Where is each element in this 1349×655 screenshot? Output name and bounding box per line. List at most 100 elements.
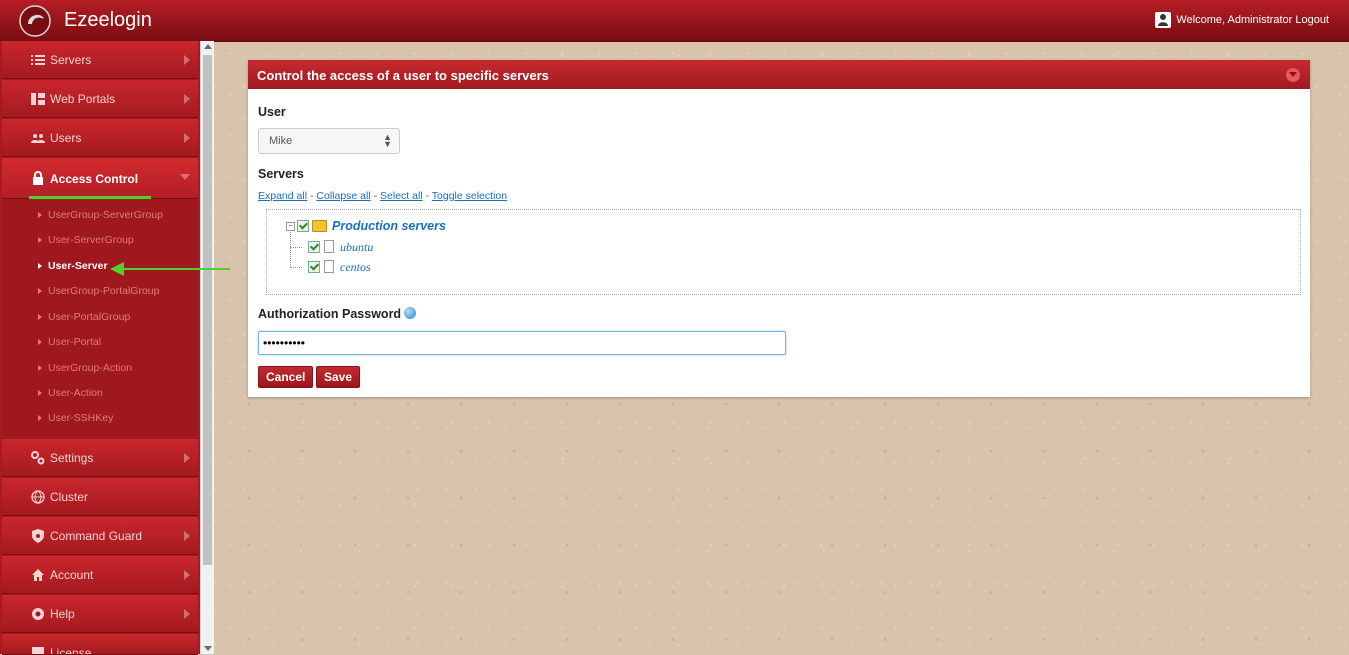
access-control-submenu: UserGroup-ServerGroup User-ServerGroup U… bbox=[2, 199, 198, 440]
sidebar-item-settings[interactable]: Settings bbox=[2, 439, 198, 477]
chevron-right-icon bbox=[184, 531, 190, 541]
chevron-right-icon bbox=[184, 609, 190, 619]
scroll-down-icon[interactable] bbox=[204, 646, 212, 651]
sidebar-item-license[interactable]: License bbox=[2, 634, 198, 655]
sidebar-scrollbar[interactable] bbox=[200, 41, 214, 654]
submenu-item-user-portal[interactable]: User-Portal bbox=[38, 330, 101, 355]
sidebar-item-label: Servers bbox=[50, 53, 92, 67]
scroll-thumb[interactable] bbox=[203, 55, 212, 565]
tree-connector bbox=[290, 267, 302, 268]
sidebar-item-label: Account bbox=[50, 568, 94, 582]
welcome-logout-link[interactable]: Welcome, Administrator Logout bbox=[1176, 14, 1329, 26]
folder-icon bbox=[312, 220, 327, 232]
bullet-icon bbox=[38, 314, 42, 321]
dashboard-icon bbox=[31, 93, 45, 105]
sidebar-item-web-portals[interactable]: Web Portals bbox=[2, 80, 198, 118]
submenu-item-user-action[interactable]: User-Action bbox=[38, 381, 103, 406]
shield-icon bbox=[32, 529, 44, 543]
tree-node-group: − Production servers bbox=[286, 219, 586, 235]
info-icon[interactable] bbox=[404, 307, 417, 319]
ezeelogin-logo-icon bbox=[19, 5, 51, 37]
select-updown-icon: ▲ ▼ bbox=[383, 132, 392, 149]
sidebar-item-servers[interactable]: Servers bbox=[2, 41, 198, 79]
toggle-selection-link[interactable]: Toggle selection bbox=[432, 190, 507, 202]
panel-header: Control the access of a user to specific… bbox=[248, 60, 1310, 89]
top-bar: Ezeelogin Welcome, Administrator Logout bbox=[0, 0, 1349, 42]
list-icon bbox=[31, 55, 45, 65]
sidebar-item-label: Users bbox=[50, 131, 82, 145]
sidebar-item-cluster[interactable]: Cluster bbox=[2, 478, 198, 516]
chevron-right-icon bbox=[184, 55, 190, 65]
lock-icon bbox=[33, 171, 43, 185]
collapse-all-link[interactable]: Collapse all bbox=[316, 190, 370, 202]
sidebar-item-users[interactable]: Users bbox=[2, 119, 198, 157]
submenu-item-user-sshkey[interactable]: User-SSHKey bbox=[38, 406, 113, 431]
submenu-item-usergroup-action[interactable]: UserGroup-Action bbox=[38, 356, 132, 381]
tree-node-server: centos bbox=[308, 260, 508, 276]
submenu-item-usergroup-portalgroup[interactable]: UserGroup-PortalGroup bbox=[38, 279, 159, 304]
submenu-item-usergroup-servergroup[interactable]: UserGroup-ServerGroup bbox=[38, 203, 163, 228]
globe-icon bbox=[31, 490, 45, 504]
bullet-icon bbox=[38, 390, 42, 397]
server-label-centos[interactable]: centos bbox=[340, 260, 371, 275]
server-tree: − Production servers ubuntu centos bbox=[266, 209, 1301, 295]
file-icon bbox=[324, 240, 334, 253]
chevron-right-icon bbox=[184, 94, 190, 104]
servers-label: Servers bbox=[258, 167, 304, 181]
group-checkbox[interactable] bbox=[297, 220, 309, 232]
submenu-item-user-server[interactable]: User-Server bbox=[38, 254, 108, 279]
save-button[interactable]: Save bbox=[316, 366, 361, 388]
auth-password-input[interactable] bbox=[258, 331, 786, 355]
sidebar-item-label: Help bbox=[50, 607, 75, 621]
user-select-value: Mike bbox=[269, 135, 293, 147]
user-select[interactable]: Mike ▲ ▼ bbox=[258, 128, 400, 154]
sidebar-item-label: Settings bbox=[50, 451, 94, 465]
user-avatar-icon[interactable] bbox=[1155, 12, 1171, 28]
chevron-down-icon bbox=[180, 174, 190, 180]
tree-collapse-icon[interactable]: − bbox=[286, 222, 295, 231]
sidebar: Servers Web Portals Users Access Control… bbox=[0, 41, 200, 655]
select-all-link[interactable]: Select all bbox=[380, 190, 423, 202]
bullet-icon bbox=[38, 415, 42, 422]
panel-title: Control the access of a user to specific… bbox=[257, 68, 549, 83]
bullet-icon bbox=[38, 365, 42, 372]
bullet-icon bbox=[38, 339, 42, 346]
submenu-item-user-servergroup[interactable]: User-ServerGroup bbox=[38, 228, 134, 253]
bullet-icon bbox=[38, 237, 42, 244]
tree-actions: Expand all - Collapse all - Select all -… bbox=[258, 190, 508, 202]
submenu-item-user-portalgroup[interactable]: User-PortalGroup bbox=[38, 305, 130, 330]
sidebar-item-label: Command Guard bbox=[50, 529, 143, 543]
bullet-icon bbox=[38, 212, 42, 219]
collapse-toggle-icon[interactable] bbox=[1286, 68, 1300, 82]
sidebar-item-label: Access Control bbox=[50, 172, 139, 186]
cancel-button[interactable]: Cancel bbox=[258, 366, 314, 388]
group-label[interactable]: Production servers bbox=[332, 219, 446, 233]
auth-password-label: Authorization Password bbox=[258, 307, 417, 321]
home-icon bbox=[32, 569, 44, 581]
server-checkbox-centos[interactable] bbox=[308, 261, 320, 273]
chevron-right-icon bbox=[184, 570, 190, 580]
tree-node-server: ubuntu bbox=[308, 240, 508, 256]
sidebar-item-label: Cluster bbox=[50, 490, 89, 504]
scroll-up-icon[interactable] bbox=[204, 44, 212, 49]
chevron-right-icon bbox=[184, 453, 190, 463]
sidebar-item-command-guard[interactable]: Command Guard bbox=[2, 517, 198, 555]
user-label: User bbox=[258, 105, 286, 119]
chevron-right-icon bbox=[184, 133, 190, 143]
sidebar-item-label: Web Portals bbox=[50, 92, 116, 106]
app-title[interactable]: Ezeelogin bbox=[64, 9, 152, 32]
lifebuoy-icon bbox=[32, 608, 44, 620]
gears-icon bbox=[31, 451, 45, 465]
sidebar-item-access-control[interactable]: Access Control bbox=[2, 158, 198, 199]
annotation-arrow-head-icon bbox=[110, 262, 124, 276]
sidebar-item-help[interactable]: Help bbox=[2, 595, 198, 633]
expand-all-link[interactable]: Expand all bbox=[258, 190, 307, 202]
users-icon bbox=[31, 134, 45, 143]
server-checkbox-ubuntu[interactable] bbox=[308, 241, 320, 253]
annotation-arrow-line bbox=[120, 268, 230, 270]
server-label-ubuntu[interactable]: ubuntu bbox=[340, 240, 373, 255]
tree-connector bbox=[290, 247, 302, 248]
bullet-icon bbox=[38, 288, 42, 295]
bullet-icon bbox=[38, 263, 42, 270]
sidebar-item-account[interactable]: Account bbox=[2, 556, 198, 594]
